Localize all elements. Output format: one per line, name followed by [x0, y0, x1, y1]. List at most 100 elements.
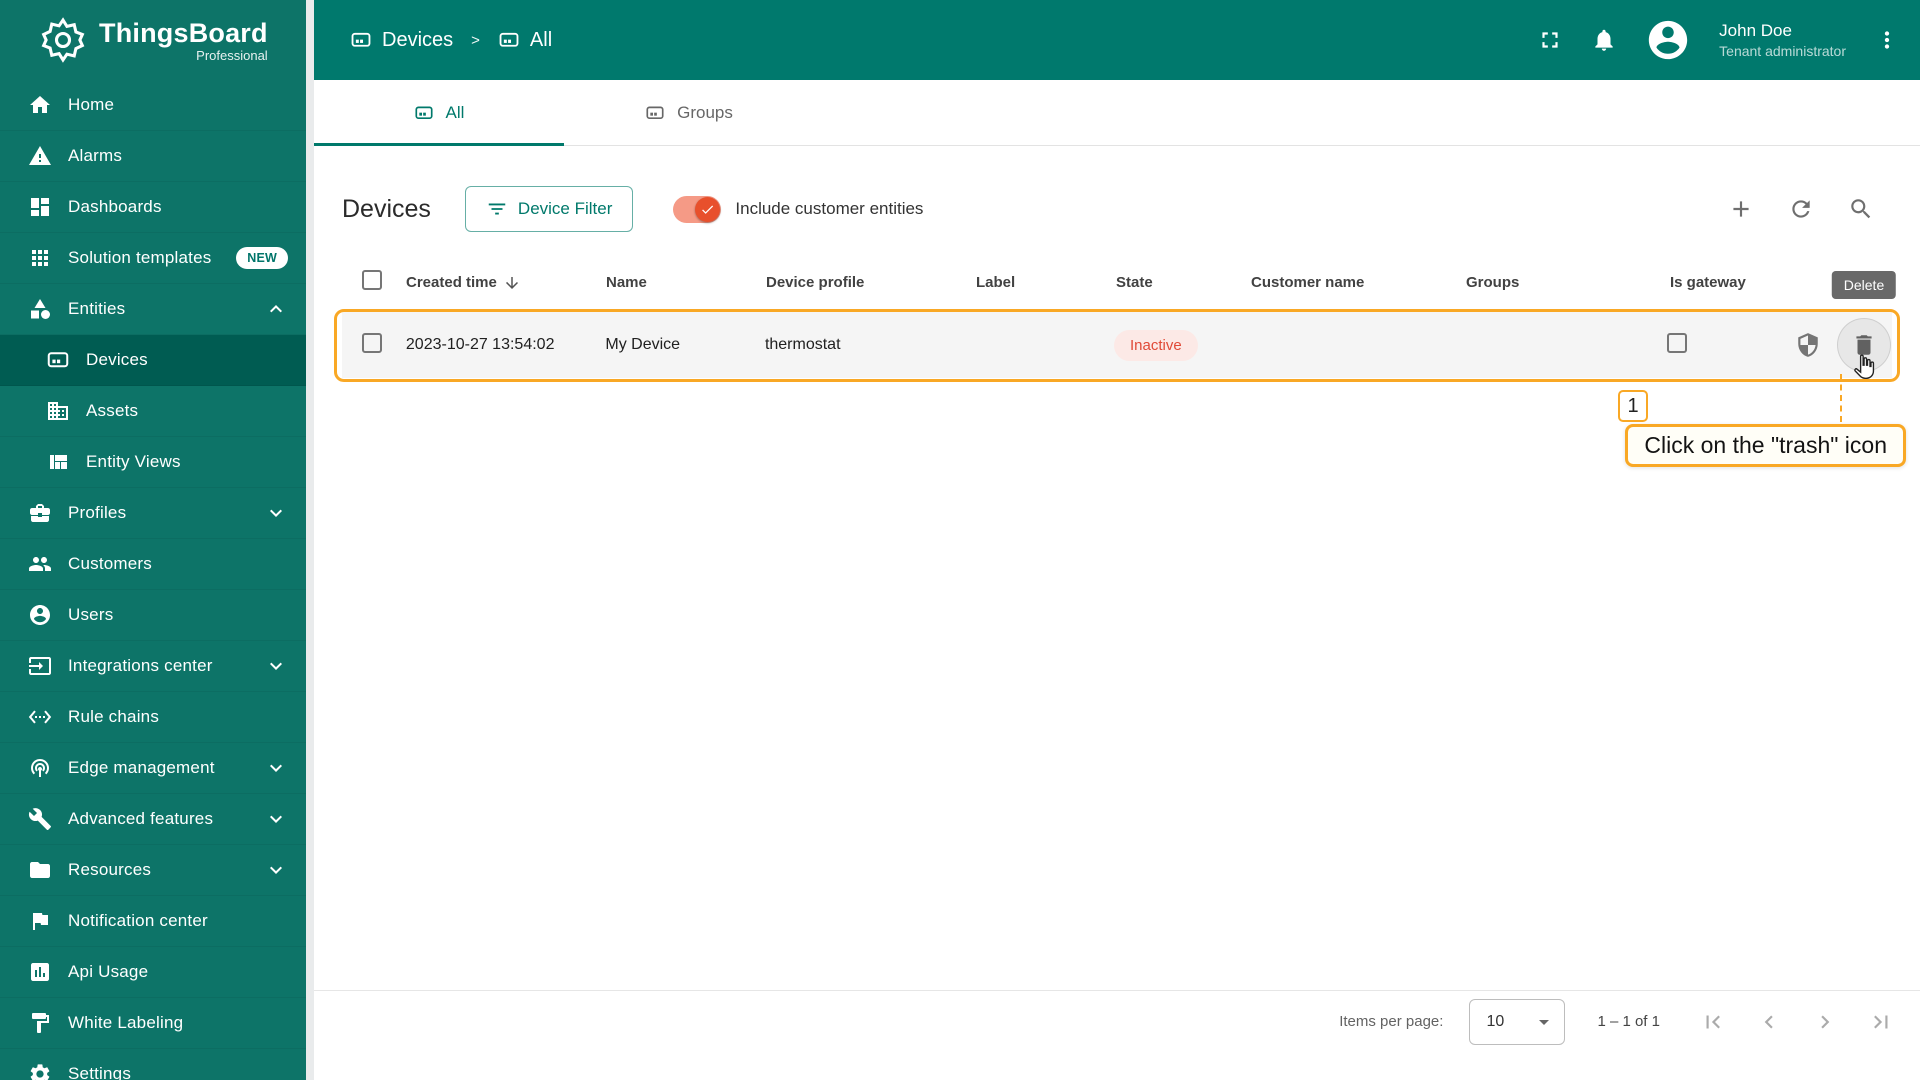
include-customer-entities-toggle[interactable]: [673, 195, 722, 223]
breadcrumb-label: All: [529, 28, 553, 51]
cell-created-time: 2023-10-27 13:54:02: [405, 336, 555, 353]
sidebar-item-entity-views[interactable]: Entity Views: [0, 437, 306, 488]
more-menu-icon[interactable]: [1874, 27, 1900, 53]
sidebar-item-label: Users: [68, 605, 114, 624]
sidebar-item-label: White Labeling: [68, 1013, 184, 1032]
items-per-page-label: Items per page:: [1339, 1013, 1444, 1030]
cell-device-profile: thermostat: [764, 336, 841, 353]
breadcrumb-label: Devices: [382, 28, 454, 51]
column-header-gateway[interactable]: Is gateway: [1656, 274, 1786, 291]
column-label: Groups: [1466, 274, 1520, 291]
sidebar-item-integrations-center[interactable]: Integrations center: [0, 641, 306, 692]
chevron-down-icon: [264, 807, 288, 831]
table-row[interactable]: 2023-10-27 13:54:02 My Device thermostat In…: [342, 312, 1892, 378]
sidebar-item-devices[interactable]: Devices: [0, 335, 306, 386]
table-toolbar: Devices Device Filter Include customer e…: [314, 180, 1920, 238]
refresh-icon[interactable]: [1788, 196, 1814, 222]
select-all-checkbox[interactable]: [362, 270, 382, 290]
warning-icon: [28, 144, 52, 168]
brand-edition: Professional: [196, 47, 268, 63]
sidebar-item-resources[interactable]: Resources: [0, 845, 306, 896]
device-group-icon: [414, 103, 434, 123]
security-shield-button[interactable]: [1784, 321, 1832, 369]
column-header-name[interactable]: Name: [606, 274, 766, 291]
next-page-button[interactable]: [1812, 1009, 1838, 1035]
sidebar-item-solution-templates[interactable]: Solution templates NEW: [0, 233, 306, 284]
device-group-icon: [46, 348, 70, 372]
table-header-actions: [1728, 196, 1874, 222]
sidebar-item-label: Entities: [68, 299, 126, 318]
user-name: John Doe: [1719, 20, 1792, 40]
briefcase-icon: [28, 501, 52, 525]
breadcrumb-item-all[interactable]: All: [498, 29, 552, 52]
previous-page-button[interactable]: [1756, 1009, 1782, 1035]
avatar[interactable]: [1645, 17, 1691, 63]
sidebar-item-white-labeling[interactable]: White Labeling: [0, 998, 306, 1049]
sidebar-item-notification-center[interactable]: Notification center: [0, 896, 306, 947]
tab-all[interactable]: All: [314, 80, 564, 146]
sidebar-item-home[interactable]: Home: [0, 80, 306, 131]
sidebar-scrollbar[interactable]: [306, 0, 314, 1080]
device-group-icon: [498, 29, 520, 51]
filter-icon: [486, 198, 508, 220]
flag-icon: [28, 909, 52, 933]
sidebar-item-alarms[interactable]: Alarms: [0, 131, 306, 182]
items-per-page-select[interactable]: 10: [1469, 998, 1566, 1045]
sidebar-item-label: Entity Views: [86, 452, 181, 471]
page-size-value: 10: [1486, 1012, 1505, 1030]
sidebar-item-dashboards[interactable]: Dashboards: [0, 182, 306, 233]
sidebar-item-label: Resources: [68, 860, 152, 879]
sidebar-item-entities[interactable]: Entities: [0, 284, 306, 335]
column-header-created[interactable]: Created time: [406, 274, 606, 292]
column-header-profile[interactable]: Device profile: [766, 274, 976, 291]
search-icon[interactable]: [1848, 196, 1874, 222]
annotation-step-number: 1: [1618, 390, 1648, 422]
column-label: Customer name: [1251, 274, 1365, 291]
column-header-customer[interactable]: Customer name: [1251, 274, 1466, 291]
sidebar-item-profiles[interactable]: Profiles: [0, 488, 306, 539]
fullscreen-icon[interactable]: [1537, 27, 1563, 53]
is-gateway-checkbox[interactable]: [1666, 332, 1687, 353]
sidebar-item-label: Integrations center: [68, 656, 213, 675]
tab-groups[interactable]: Groups: [564, 80, 814, 145]
sidebar-item-api-usage[interactable]: Api Usage: [0, 947, 306, 998]
column-label: Name: [606, 274, 647, 291]
sidebar-item-label: Assets: [86, 401, 139, 420]
ethernet-icon: [28, 705, 52, 729]
delete-button[interactable]: [1838, 319, 1891, 371]
column-label: State: [1116, 274, 1153, 291]
column-header-groups[interactable]: Groups: [1466, 274, 1656, 291]
notifications-bell-icon[interactable]: [1591, 27, 1617, 53]
main-content: All Groups Devices Device Filter Include …: [314, 80, 1920, 1080]
app-root: ThingsBoard Professional Devices > All Joh…: [0, 0, 1920, 1080]
sidebar-item-rule-chains[interactable]: Rule chains: [0, 692, 306, 743]
cell-is-gateway: [1653, 332, 1783, 358]
sidebar-item-settings[interactable]: Settings: [0, 1049, 306, 1080]
user-info[interactable]: John Doe Tenant administrator: [1719, 20, 1846, 60]
state-badge: Inactive: [1114, 329, 1198, 361]
column-header-state[interactable]: State: [1116, 274, 1251, 291]
sort-arrow-icon: [503, 274, 521, 292]
add-device-icon[interactable]: [1728, 196, 1754, 222]
breadcrumb-item-devices[interactable]: Devices: [350, 29, 453, 52]
brand-logo[interactable]: ThingsBoard Professional: [0, 0, 306, 80]
sidebar-item-edge-management[interactable]: Edge management: [0, 743, 306, 794]
column-label: Is gateway: [1670, 274, 1746, 291]
breadcrumb-separator: >: [471, 31, 480, 49]
row-checkbox[interactable]: [362, 332, 382, 353]
device-filter-button[interactable]: Device Filter: [464, 186, 634, 232]
sidebar-item-assets[interactable]: Assets: [0, 386, 306, 437]
sidebar-item-customers[interactable]: Customers: [0, 539, 306, 590]
table-header-row: Created time Name Device profile Label State…: [342, 254, 1892, 312]
account-icon: [28, 603, 52, 627]
chevron-up-icon: [264, 297, 288, 321]
sidebar-item-label: Solution templates: [68, 248, 212, 267]
first-page-button[interactable]: [1700, 1009, 1726, 1035]
sidebar-item-advanced-features[interactable]: Advanced features: [0, 794, 306, 845]
sidebar-item-users[interactable]: Users: [0, 590, 306, 641]
sidebar-item-label: Notification center: [68, 911, 208, 930]
last-page-button[interactable]: [1868, 1009, 1894, 1035]
column-header-label[interactable]: Label: [976, 274, 1116, 291]
brand-name: ThingsBoard: [99, 17, 268, 48]
column-label: Device profile: [766, 274, 865, 291]
